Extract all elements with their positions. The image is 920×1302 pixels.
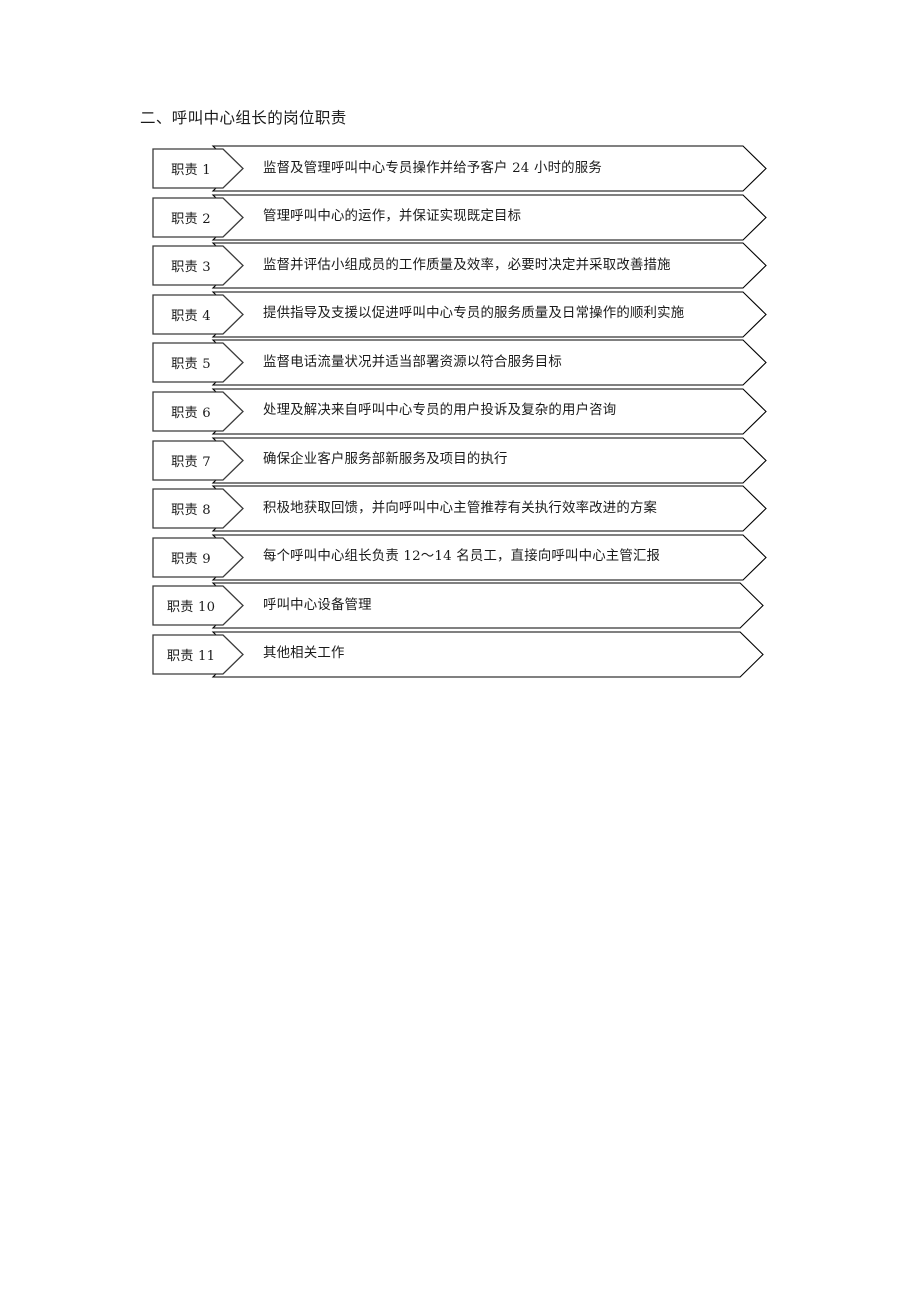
duty-row: 呼叫中心设备管理 职责 10 — [0, 582, 920, 632]
duty-row: 监督并评估小组成员的工作质量及效率，必要时决定并采取改善措施 职责 3 — [0, 242, 920, 292]
duty-row: 每个呼叫中心组长负责 12～14 名员工，直接向呼叫中心主管汇报 职责 9 — [0, 534, 920, 584]
duty-row: 监督及管理呼叫中心专员操作并给予客户 24 小时的服务 职责 1 — [0, 145, 920, 195]
duty-label-text: 职责 8 — [171, 503, 211, 519]
duty-label-text: 职责 3 — [171, 260, 211, 276]
duty-label-text: 职责 1 — [171, 163, 211, 178]
duty-description: 监督及管理呼叫中心专员操作并给予客户 24 小时的服务 — [263, 160, 602, 176]
duty-description: 管理呼叫中心的运作，并保证实现既定目标 — [263, 209, 522, 225]
duty-label-shape: 职责 3 — [152, 245, 244, 286]
duty-row: 积极地获取回馈，并向呼叫中心主管推荐有关执行效率改进的方案 职责 8 — [0, 485, 920, 535]
duty-row: 提供指导及支援以促进呼叫中心专员的服务质量及日常操作的顺利实施 职责 4 — [0, 291, 920, 341]
duty-label-text: 职责 4 — [171, 308, 211, 324]
duty-label-shape: 职责 9 — [152, 537, 244, 578]
duty-description: 呼叫中心设备管理 — [263, 597, 372, 613]
duty-row: 管理呼叫中心的运作，并保证实现既定目标 职责 2 — [0, 194, 920, 244]
duty-label-shape: 职责 6 — [152, 391, 244, 432]
duty-row: 其他相关工作 职责 11 — [0, 631, 920, 681]
duty-description: 监督电话流量状况并适当部署资源以符合服务目标 — [263, 354, 562, 370]
duty-description: 其他相关工作 — [263, 646, 345, 662]
duty-description: 每个呼叫中心组长负责 12～14 名员工，直接向呼叫中心主管汇报 — [263, 549, 661, 565]
duty-label-shape: 职责 10 — [152, 585, 244, 626]
duty-label-text: 职责 11 — [166, 648, 216, 664]
duty-row: 处理及解决来自呼叫中心专员的用户投诉及复杂的用户咨询 职责 6 — [0, 388, 920, 438]
duty-list: 监督及管理呼叫中心专员操作并给予客户 24 小时的服务 职责 1 管理呼叫中心的运作… — [0, 145, 920, 681]
duty-label-text: 职责 9 — [171, 551, 211, 567]
duty-description: 积极地获取回馈，并向呼叫中心主管推荐有关执行效率改进的方案 — [263, 500, 658, 516]
page-title: 二、呼叫中心组长的岗位职责 — [140, 109, 347, 127]
duty-row: 监督电话流量状况并适当部署资源以符合服务目标 职责 5 — [0, 339, 920, 389]
duty-row: 确保企业客户服务部新服务及项目的执行 职责 7 — [0, 437, 920, 487]
duty-label-shape: 职责 7 — [152, 439, 244, 481]
duty-description: 确保企业客户服务部新服务及项目的执行 — [263, 452, 508, 468]
duty-label-shape: 职责 1 — [152, 148, 244, 189]
duty-label-shape: 职责 2 — [152, 196, 244, 238]
duty-label-text: 职责 6 — [171, 405, 211, 421]
duty-label-text: 职责 10 — [166, 600, 216, 616]
document-page: 二、呼叫中心组长的岗位职责 监督及管理呼叫中心专员操作并给予客户 24 小时的服… — [0, 0, 920, 1302]
duty-label-text: 职责 5 — [171, 357, 211, 373]
duty-label-shape: 职责 8 — [152, 488, 244, 529]
duty-label-shape: 职责 5 — [152, 342, 244, 384]
duty-description: 监督并评估小组成员的工作质量及效率，必要时决定并采取改善措施 — [263, 257, 671, 273]
duty-label-text: 职责 7 — [171, 454, 211, 470]
duty-description: 提供指导及支援以促进呼叫中心专员的服务质量及日常操作的顺利实施 — [263, 306, 685, 322]
duty-label-shape: 职责 4 — [152, 294, 244, 335]
duty-description: 处理及解决来自呼叫中心专员的用户投诉及复杂的用户咨询 — [263, 403, 617, 419]
duty-label-text: 职责 2 — [171, 211, 211, 227]
duty-label-shape: 职责 11 — [152, 634, 244, 675]
